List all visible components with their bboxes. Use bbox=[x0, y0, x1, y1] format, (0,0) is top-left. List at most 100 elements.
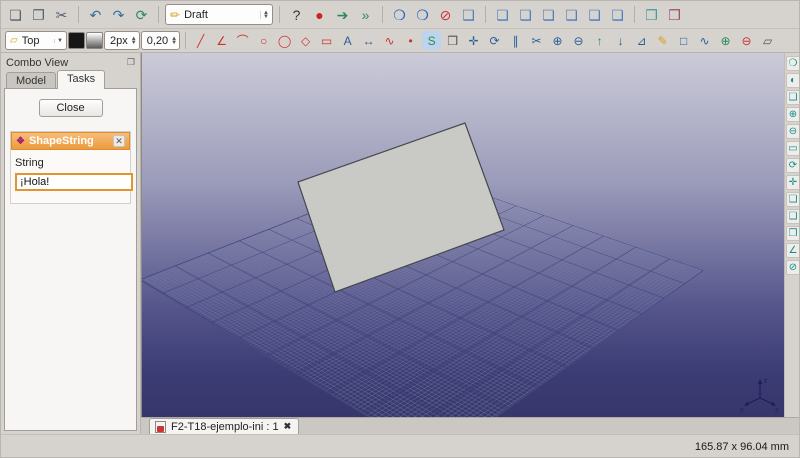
zoom-in-icon[interactable]: ⊕ bbox=[786, 107, 800, 122]
draft-subelement-icon[interactable]: □ bbox=[674, 31, 693, 50]
zoom-selection-icon[interactable]: ❍ bbox=[412, 4, 433, 25]
shapestring-task-body: String bbox=[11, 150, 130, 203]
redo-icon[interactable]: ↷ bbox=[108, 4, 129, 25]
tab-tasks[interactable]: Tasks bbox=[57, 70, 105, 89]
draft-facebinder-icon[interactable]: ❒ bbox=[443, 31, 462, 50]
draft-polyline-icon[interactable]: ∠ bbox=[212, 31, 231, 50]
draft-bspline-icon[interactable]: ∿ bbox=[380, 31, 399, 50]
draw-style-icon[interactable]: ◐ bbox=[786, 73, 800, 88]
3d-viewport[interactable]: z x y bbox=[141, 53, 784, 417]
dimension-readout: 165.87 x 96.04 mm bbox=[695, 441, 789, 453]
view-fit-all-icon[interactable]: ❍ bbox=[786, 56, 800, 71]
tab-model[interactable]: Model bbox=[6, 72, 56, 89]
view-front-icon[interactable]: ❏ bbox=[492, 4, 513, 25]
draft-rotate-icon[interactable]: ⟳ bbox=[485, 31, 504, 50]
draft-wire-to-bspline-icon[interactable]: ∿ bbox=[695, 31, 714, 50]
task-collapse-icon[interactable]: ✕ bbox=[113, 135, 125, 147]
draft-trimex-icon[interactable]: ✂ bbox=[527, 31, 546, 50]
draft-split-icon[interactable]: ⊖ bbox=[569, 31, 588, 50]
draft-downgrade-icon[interactable]: ↓ bbox=[611, 31, 630, 50]
svg-text:y: y bbox=[739, 405, 744, 414]
zoom-fit-icon[interactable]: ❍ bbox=[389, 4, 410, 25]
spinner-arrows-icon: ▲ ▼ bbox=[131, 37, 137, 45]
shapestring-task-header: ❖ ShapeString ✕ bbox=[11, 132, 130, 150]
refresh-icon[interactable]: ⟳ bbox=[131, 4, 152, 25]
toolbar-separator bbox=[158, 6, 159, 23]
new-document-icon[interactable]: ❏ bbox=[5, 4, 26, 25]
view-iso-small-icon[interactable]: ❒ bbox=[786, 226, 800, 241]
line-width-spinner[interactable]: 2px ▲ ▼ bbox=[104, 31, 140, 50]
draft-edit-icon[interactable]: ✎ bbox=[653, 31, 672, 50]
draft-dimension-icon[interactable]: ↔ bbox=[359, 31, 378, 50]
draft-circle-icon[interactable]: ○ bbox=[254, 31, 273, 50]
clip-icon[interactable]: ⊘ bbox=[786, 260, 800, 275]
rotate-view-icon[interactable]: ⟳ bbox=[786, 158, 800, 173]
zoom-out-icon[interactable]: ⊖ bbox=[786, 124, 800, 139]
view-axonometric-icon[interactable]: ❑ bbox=[786, 90, 800, 105]
view-front-small-icon[interactable]: ❏ bbox=[786, 192, 800, 207]
view-top-small-icon[interactable]: ❏ bbox=[786, 209, 800, 224]
draft-shapestring-icon[interactable]: S bbox=[422, 31, 441, 50]
shapestring-icon: ❖ bbox=[16, 136, 25, 147]
toolbar-separator bbox=[485, 6, 486, 23]
std-views-toolbar-group: ❏ ❏ ❏ ❏ ❏ ❏ bbox=[492, 4, 628, 25]
working-plane-selector[interactable]: ▱ Top ▼ bbox=[5, 31, 67, 50]
view-rear-icon[interactable]: ❏ bbox=[561, 4, 582, 25]
draft-grid bbox=[141, 171, 704, 417]
texture-view-icon[interactable]: ❒ bbox=[641, 4, 662, 25]
svg-text:z: z bbox=[763, 376, 768, 385]
draft-line-icon[interactable]: ╱ bbox=[191, 31, 210, 50]
document-tab[interactable]: F2-T18-ejemplo-ini : 1 ✖ bbox=[149, 418, 299, 434]
draft-scale-icon[interactable]: ⊿ bbox=[632, 31, 651, 50]
toolbar-separator bbox=[634, 6, 635, 23]
view-top-icon[interactable]: ❏ bbox=[515, 4, 536, 25]
draft-rectangle-icon[interactable]: ▭ bbox=[317, 31, 336, 50]
view-left-icon[interactable]: ❏ bbox=[607, 4, 628, 25]
panel-float-icon[interactable]: ❐ bbox=[127, 57, 135, 68]
string-label: String bbox=[15, 157, 126, 169]
draft-point-icon[interactable]: • bbox=[401, 31, 420, 50]
macro-run-icon[interactable]: ➔ bbox=[332, 4, 353, 25]
combo-arrows-icon: ▲ ▼ bbox=[260, 11, 269, 19]
face-color-swatch[interactable] bbox=[86, 32, 103, 49]
pan-view-icon[interactable]: ✛ bbox=[786, 175, 800, 190]
document-tab-label: F2-T18-ejemplo-ini : 1 bbox=[171, 421, 279, 433]
workbench-selector[interactable]: ✏ Draft ▲ ▼ bbox=[165, 4, 273, 25]
line-color-swatch[interactable] bbox=[68, 32, 85, 49]
copy-icon[interactable]: ❐ bbox=[28, 4, 49, 25]
draft-join-icon[interactable]: ⊕ bbox=[548, 31, 567, 50]
standard-toolbar: ❏ ❐ ✂ ↶ ↷ bbox=[1, 1, 799, 29]
clipping-plane-icon[interactable]: ⊘ bbox=[435, 4, 456, 25]
box-zoom-icon[interactable]: ▭ bbox=[786, 141, 800, 156]
draft-move-icon[interactable]: ✛ bbox=[464, 31, 483, 50]
macro-debug-icon[interactable]: » bbox=[355, 4, 376, 25]
draft-text-icon[interactable]: A bbox=[338, 31, 357, 50]
macro-record-icon[interactable]: ● bbox=[309, 4, 330, 25]
viewport-column: z x y ❍ ◐ bbox=[141, 53, 800, 434]
draft-offset-icon[interactable]: ∥ bbox=[506, 31, 525, 50]
tasks-panel: Close ❖ ShapeString ✕ String bbox=[4, 88, 137, 431]
undo-icon[interactable]: ↶ bbox=[85, 4, 106, 25]
view-right-icon[interactable]: ❏ bbox=[538, 4, 559, 25]
close-task-button[interactable]: Close bbox=[39, 99, 103, 117]
draft-delete-point-icon[interactable]: ⊖ bbox=[737, 31, 756, 50]
shapestring-text-input[interactable] bbox=[15, 173, 133, 191]
workbench-selector-value: Draft bbox=[184, 9, 256, 21]
axonometric-view-icon[interactable]: ❑ bbox=[458, 4, 479, 25]
viewport-row: z x y ❍ ◐ bbox=[141, 53, 800, 417]
cut-icon[interactable]: ✂ bbox=[51, 4, 72, 25]
combo-view-panel: Combo View ❐ Model Tasks Close ❖ ShapeSt… bbox=[1, 53, 141, 434]
draft-add-point-icon[interactable]: ⊕ bbox=[716, 31, 735, 50]
whatsthis-icon[interactable]: ? bbox=[286, 4, 307, 25]
document-tab-close-icon[interactable]: ✖ bbox=[284, 421, 292, 432]
dock-view-icon[interactable]: ❒ bbox=[664, 4, 685, 25]
shapestring-task-box: ❖ ShapeString ✕ String bbox=[10, 131, 131, 204]
draft-ellipse-icon[interactable]: ◯ bbox=[275, 31, 294, 50]
draft-arc-icon[interactable]: ⌒ bbox=[233, 31, 252, 50]
draft-polygon-icon[interactable]: ◇ bbox=[296, 31, 315, 50]
draft-upgrade-icon[interactable]: ↑ bbox=[590, 31, 609, 50]
draft-shape2dview-icon[interactable]: ▱ bbox=[758, 31, 777, 50]
text-size-spinner[interactable]: 0,20 ▲ ▼ bbox=[141, 31, 180, 50]
view-bottom-icon[interactable]: ❏ bbox=[584, 4, 605, 25]
measure-icon[interactable]: ∠ bbox=[786, 243, 800, 258]
